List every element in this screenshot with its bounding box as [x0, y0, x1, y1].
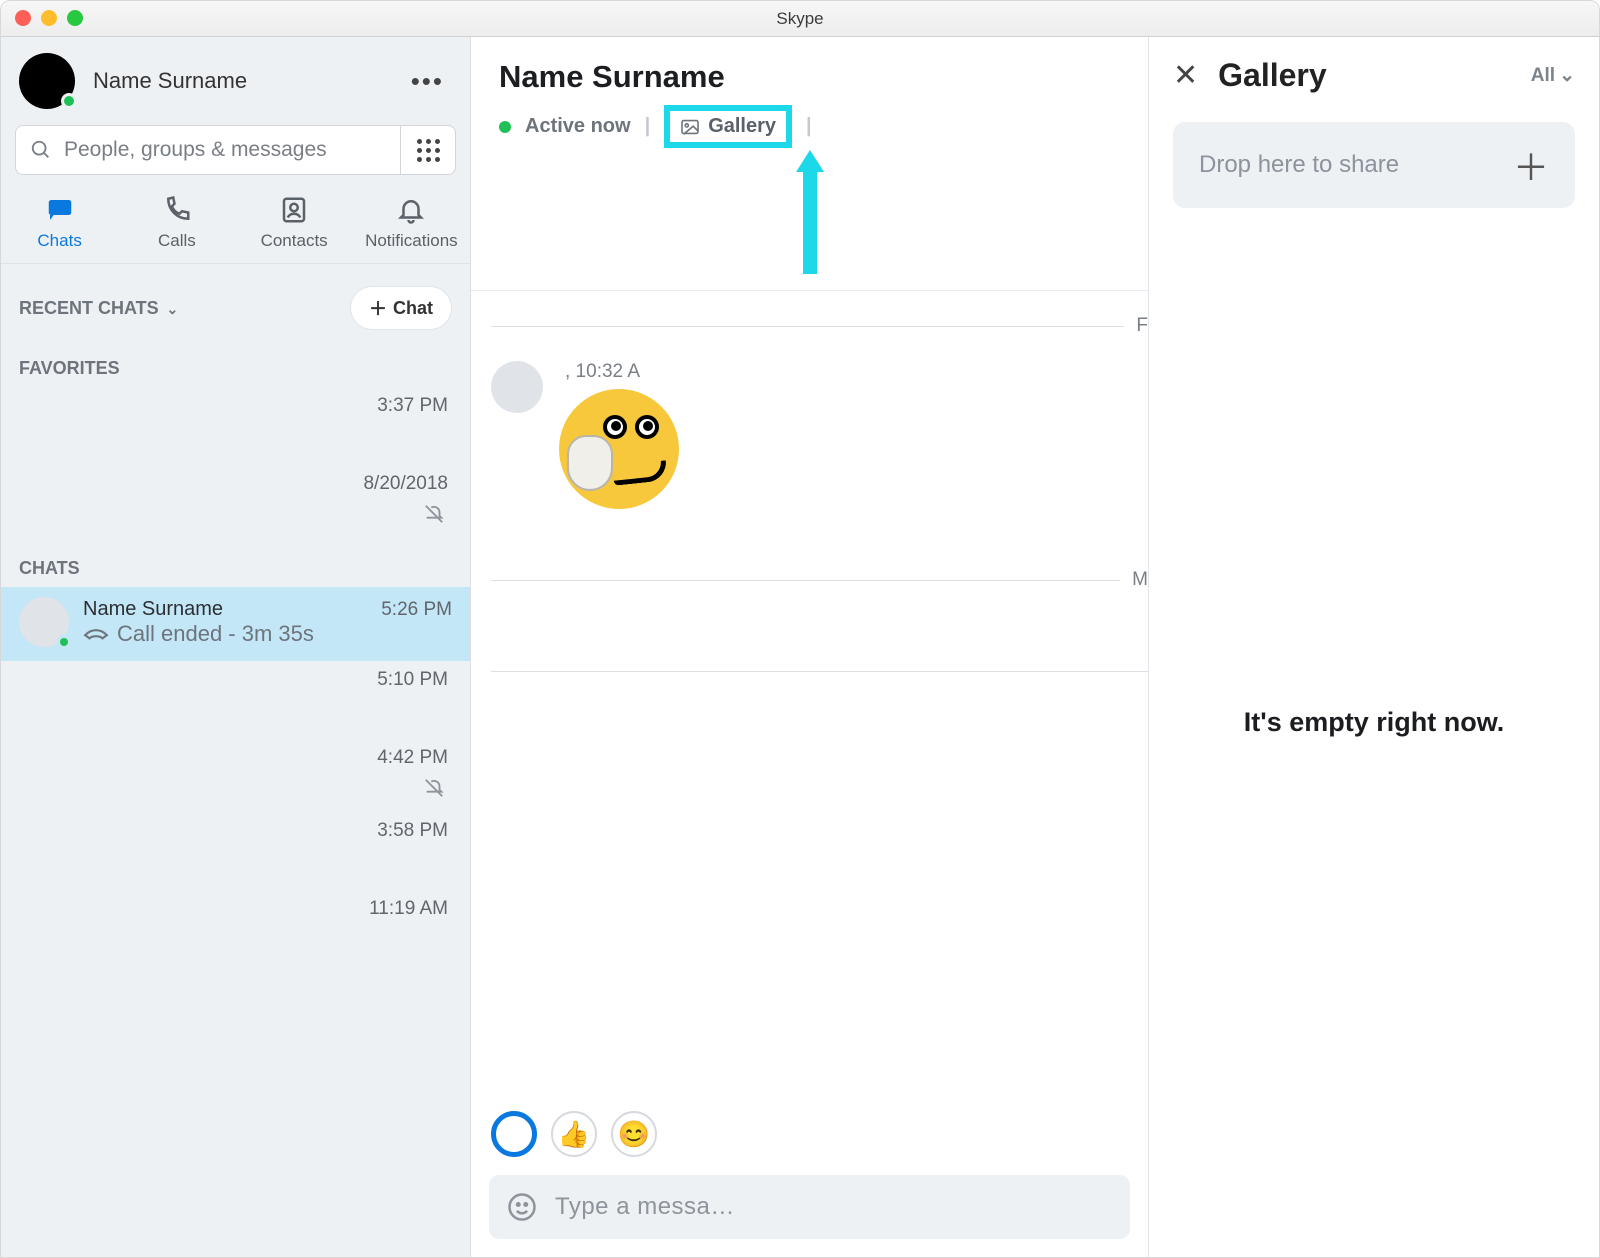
list-item-time[interactable]: 11:19 AM: [1, 890, 470, 928]
presence-dot: [61, 93, 77, 109]
list-item-time[interactable]: 5:10 PM: [1, 661, 470, 699]
more-icon[interactable]: •••: [403, 62, 452, 101]
plus-icon: ＋: [1513, 139, 1549, 191]
tab-notifications[interactable]: Notifications: [353, 195, 470, 251]
tab-calls-label: Calls: [158, 231, 196, 251]
tab-contacts-label: Contacts: [261, 231, 328, 251]
fullscreen-window-button[interactable]: [67, 10, 83, 26]
dialpad-button[interactable]: [400, 125, 456, 175]
avatar: [19, 597, 69, 647]
window-title: Skype: [776, 9, 823, 29]
chat-icon: [45, 195, 75, 225]
chat-list[interactable]: RECENT CHATS ⌄ ＋ Chat FAVORITES 3:37 PM 8…: [1, 264, 470, 1257]
search-input[interactable]: People, groups & messages: [15, 125, 400, 175]
chevron-down-icon: ⌄: [163, 301, 179, 317]
chevron-down-icon: ⌄: [1559, 64, 1575, 87]
compose-placeholder: Type a messa…: [555, 1193, 735, 1221]
tab-notifications-label: Notifications: [365, 231, 458, 251]
tab-calls[interactable]: Calls: [118, 195, 235, 251]
new-chat-button[interactable]: ＋ Chat: [350, 286, 452, 330]
chats-header: CHATS: [1, 538, 470, 587]
message-row: , 10:32 A: [491, 361, 1148, 509]
drop-zone-label: Drop here to share: [1199, 151, 1399, 179]
conversation-header: Name Surname Active now | Gallery |: [471, 37, 1148, 291]
presence-dot: [57, 635, 71, 649]
conversation-body[interactable]: F , 10:32 A M: [471, 291, 1148, 1101]
list-item-time[interactable]: 8/20/2018: [1, 465, 470, 503]
self-name[interactable]: Name Surname: [93, 68, 385, 94]
phone-icon: [162, 195, 192, 225]
conversation-title[interactable]: Name Surname: [499, 59, 1120, 95]
message-timestamp: , 10:32 A: [565, 361, 679, 383]
gallery-empty-message: It's empty right now.: [1173, 208, 1575, 1237]
avatar[interactable]: [491, 361, 543, 413]
sidebar: Name Surname ••• People, groups & messag…: [1, 37, 471, 1257]
presence-dot: [499, 121, 511, 133]
chat-time: 5:26 PM: [381, 599, 452, 621]
app-window: Skype Name Surname ••• People, groups & …: [0, 0, 1600, 1258]
chat-row-selected[interactable]: Name Surname 5:26 PM Call ended - 3m 35s: [1, 587, 470, 661]
gallery-button-label: Gallery: [708, 115, 776, 138]
quick-actions: 👍 😊: [471, 1101, 1148, 1167]
bell-off-icon: [1, 503, 470, 538]
tab-chats[interactable]: Chats: [1, 195, 118, 251]
avatar-self[interactable]: [19, 53, 75, 109]
annotation-arrow: [499, 144, 1120, 274]
smile-icon: 😊: [618, 1119, 650, 1150]
wave-emoji[interactable]: [559, 389, 679, 509]
plus-icon: ＋: [369, 295, 387, 321]
divider: |: [806, 115, 812, 138]
search-icon: [30, 139, 52, 161]
emoji-picker-icon[interactable]: [507, 1192, 537, 1222]
titlebar: Skype: [1, 1, 1599, 37]
favorites-header: FAVORITES: [1, 338, 470, 387]
new-chat-label: Chat: [393, 298, 433, 319]
gallery-button[interactable]: Gallery: [664, 105, 792, 148]
thumbs-up-icon: 👍: [558, 1119, 590, 1150]
gallery-filter[interactable]: All⌄: [1531, 64, 1575, 87]
dialpad-icon: [417, 139, 440, 162]
day-separator-letter: M: [1132, 569, 1148, 591]
bell-off-icon: [1, 777, 470, 812]
chat-name: Name Surname: [83, 598, 223, 621]
image-icon: [680, 119, 700, 135]
status-label: Active now: [525, 115, 631, 138]
bell-icon: [396, 195, 426, 225]
conversation-panel: Name Surname Active now | Gallery | F: [471, 37, 1149, 1257]
list-item-time[interactable]: 3:58 PM: [1, 812, 470, 850]
contacts-icon: [279, 195, 309, 225]
close-window-button[interactable]: [15, 10, 31, 26]
day-separator-letter: F: [1136, 315, 1148, 337]
smiley-button[interactable]: 😊: [611, 1111, 657, 1157]
compose-box[interactable]: Type a messa…: [489, 1175, 1130, 1239]
minimize-window-button[interactable]: [41, 10, 57, 26]
tab-contacts[interactable]: Contacts: [236, 195, 353, 251]
chat-subtitle: Call ended - 3m 35s: [117, 621, 314, 647]
call-ended-icon: [83, 625, 109, 643]
recent-header[interactable]: RECENT CHATS ⌄: [19, 298, 178, 319]
thumbs-up-button[interactable]: 👍: [551, 1111, 597, 1157]
nav-tabs: Chats Calls Contacts Notifications: [1, 189, 470, 264]
cortana-button[interactable]: [491, 1111, 537, 1157]
gallery-filter-label: All: [1531, 65, 1555, 87]
gallery-panel: ✕ Gallery All⌄ Drop here to share ＋ It's…: [1149, 37, 1599, 1257]
gallery-title: Gallery: [1218, 57, 1511, 94]
list-item-time[interactable]: 4:42 PM: [1, 739, 470, 777]
search-placeholder: People, groups & messages: [64, 138, 327, 162]
close-icon[interactable]: ✕: [1173, 61, 1198, 91]
divider: |: [645, 115, 651, 138]
drop-zone[interactable]: Drop here to share ＋: [1173, 122, 1575, 208]
tab-chats-label: Chats: [37, 231, 81, 251]
list-item-time[interactable]: 3:37 PM: [1, 387, 470, 425]
traffic-lights: [15, 10, 83, 26]
